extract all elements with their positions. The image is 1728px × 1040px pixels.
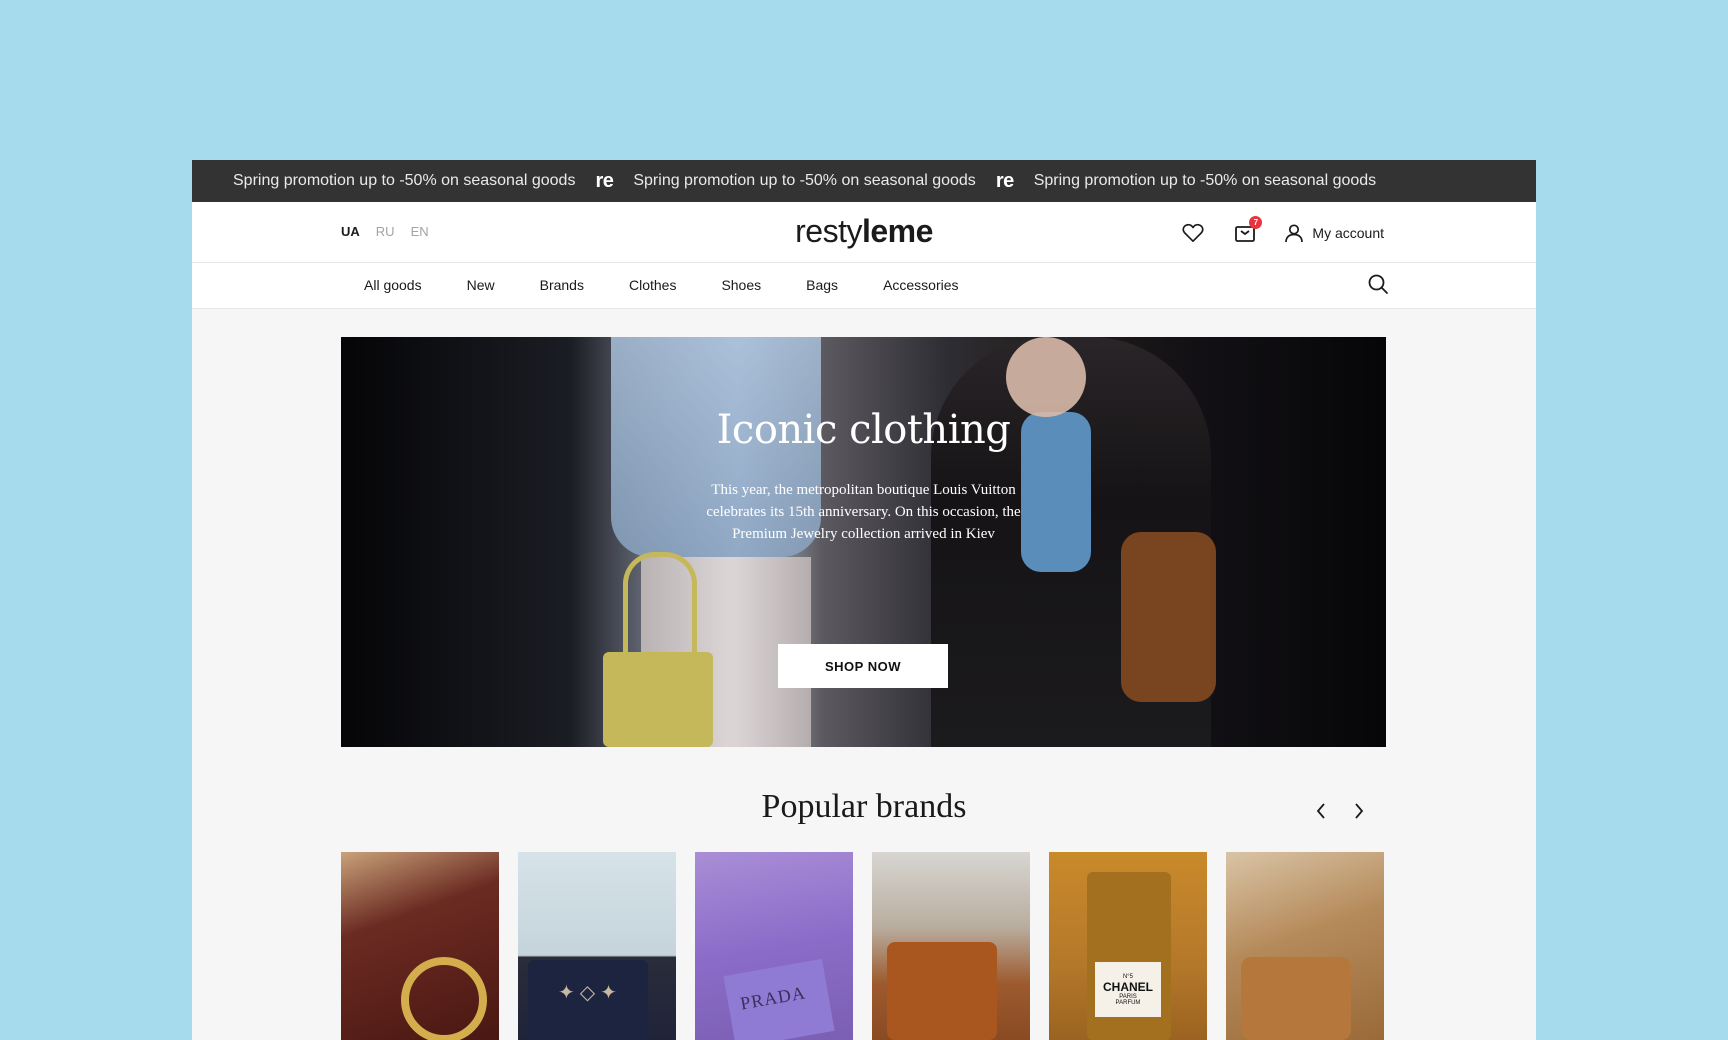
lang-en[interactable]: EN [411,224,429,239]
brand-card-chanel[interactable]: N°5 CHANEL PARIS PARFUM [1049,852,1207,1040]
header-actions: 7 My account [1180,216,1384,246]
site-header: UA RU EN restyleme 7 My account [192,202,1536,263]
lv-monogram-icon: ✦ ◇ ✦ [558,982,617,1004]
site-frame: Spring promotion up to -50% on seasonal … [192,160,1536,1040]
carousel-prev-button[interactable] [1312,802,1330,820]
brand-carousel: ✦ ◇ ✦ PRADA N°5 CHANEL PARIS PARFUM [341,852,1384,1040]
brand-card-gucci[interactable] [341,852,499,1040]
search-icon [1368,274,1388,294]
fendi-bag-image [1241,957,1351,1040]
lang-ua[interactable]: UA [341,224,360,239]
nav-item-new[interactable]: New [467,277,495,293]
hero-image-face [1006,337,1086,417]
hero-title: Iconic clothing [716,407,1011,453]
nav-item-accessories[interactable]: Accessories [883,277,958,293]
nav-item-clothes[interactable]: Clothes [629,277,676,293]
hero-description: This year, the metropolitan boutique Lou… [706,482,1021,542]
lang-ru[interactable]: RU [376,224,395,239]
nav-item-bags[interactable]: Bags [806,277,838,293]
site-logo[interactable]: restyleme [795,213,933,250]
shop-now-button[interactable]: SHOP NOW [778,644,948,688]
nav-item-brands[interactable]: Brands [540,277,584,293]
chevron-right-icon [1355,803,1364,819]
main-nav: All goods New Brands Clothes Shoes Bags … [192,263,1536,309]
hermes-bag-image [887,942,997,1040]
heart-icon [1182,223,1204,242]
search-button[interactable] [1367,273,1389,300]
account-label: My account [1312,225,1384,241]
chanel-parfum: PARFUM [1115,999,1141,1006]
cart-count-badge: 7 [1249,216,1263,229]
carousel-next-button[interactable] [1350,802,1368,820]
nav-item-all-goods[interactable]: All goods [364,277,422,293]
promo-text: Spring promotion up to -50% on seasonal … [233,172,576,189]
hero-image-chair [1121,532,1216,702]
lv-bag-image: ✦ ◇ ✦ [528,960,648,1040]
prada-bag-image: PRADA [723,958,835,1040]
nav-item-shoes[interactable]: Shoes [721,277,761,293]
logo-part-bold: leme [861,213,933,249]
hero-image-bag [603,652,713,747]
hero-image-bag-handle [623,552,697,667]
wishlist-button[interactable] [1180,220,1206,246]
promo-text: Spring promotion up to -50% on seasonal … [1033,172,1377,189]
promo-logo-icon: re [995,169,1014,192]
account-button[interactable]: My account [1284,223,1384,243]
hero-banner: Iconic clothing This year, the metropoli… [341,337,1386,747]
carousel-controls [1312,802,1368,820]
brand-card-hermes[interactable] [872,852,1030,1040]
brand-card-prada[interactable]: PRADA [695,852,853,1040]
brand-card-fendi[interactable] [1226,852,1384,1040]
language-switcher: UA RU EN [341,224,429,239]
chanel-name: CHANEL [1103,979,1153,994]
promo-logo-icon: re [595,169,614,192]
user-icon [1285,224,1304,243]
cart-button[interactable]: 7 [1232,216,1263,246]
hero-content: Iconic clothing This year, the metropoli… [341,407,1386,545]
prada-label: PRADA [738,982,808,1014]
promo-text: Spring promotion up to -50% on seasonal … [633,172,976,189]
promo-bar: Spring promotion up to -50% on seasonal … [192,160,1536,202]
chanel-label: N°5 CHANEL PARIS PARFUM [1095,962,1161,1017]
gucci-logo-icon [401,957,487,1040]
brand-card-louis-vuitton[interactable]: ✦ ◇ ✦ [518,852,676,1040]
logo-part-light: resty [795,213,862,249]
chevron-left-icon [1316,803,1325,819]
